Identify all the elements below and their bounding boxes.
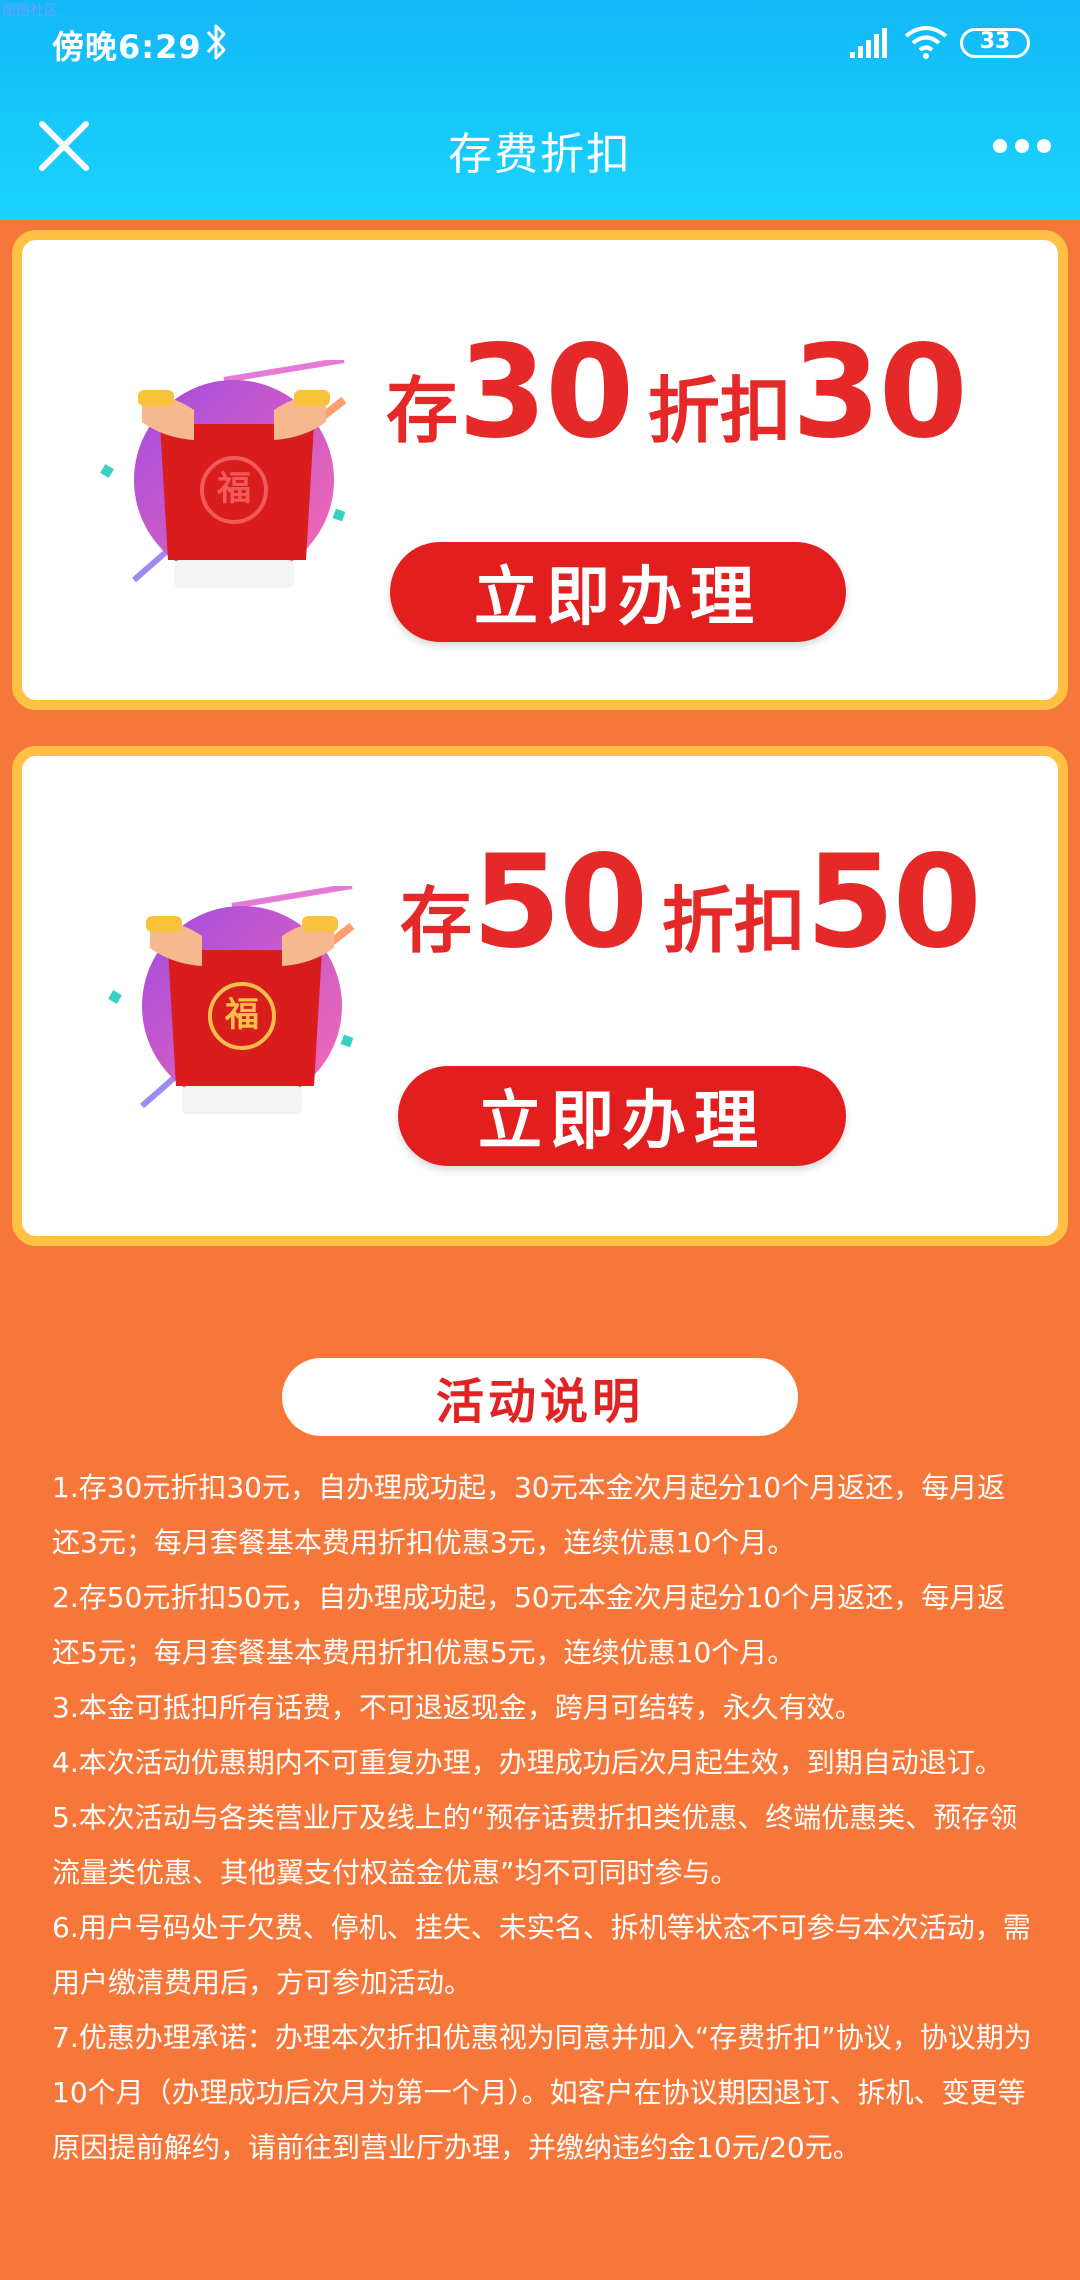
- offer-card-50: 福 存50 折扣50 立即办理: [12, 746, 1068, 1246]
- rule-item: 1.存30元折扣30元，自办理成功起，30元本金次月起分10个月返还，每月返还3…: [52, 1471, 1006, 1559]
- save-amount: 30: [458, 318, 634, 467]
- svg-text:福: 福: [216, 469, 251, 509]
- activity-info-title: 活动说明: [282, 1358, 798, 1436]
- rule-item: 6.用户号码处于欠费、停机、挂失、未实名、拆机等状态不可参与本次活动，需用户缴清…: [52, 1911, 1031, 1999]
- battery-icon: 33: [960, 28, 1030, 58]
- bluetooth-icon: [206, 24, 226, 60]
- app-header: 图图社区 傍晚6:29 33 存费折扣: [0, 0, 1080, 220]
- battery-level: 33: [979, 29, 1011, 54]
- discount-label: 折扣: [661, 879, 806, 963]
- rule-item: 4.本次活动优惠期内不可重复办理，办理成功后次月起生效，到期自动退订。: [52, 1746, 1003, 1779]
- rule-item: 2.存50元折扣50元，自办理成功起，50元本金次月起分10个月返还，每月返还5…: [52, 1581, 1006, 1669]
- more-icon[interactable]: [992, 134, 1052, 158]
- apply-now-button[interactable]: 立即办理: [398, 1066, 846, 1166]
- offer-card-30: 福 存30 折扣30 立即办理: [12, 230, 1068, 710]
- apply-now-button[interactable]: 立即办理: [390, 542, 846, 642]
- rule-item: 3.本金可抵扣所有话费，不可退返现金，跨月可结转，永久有效。: [52, 1691, 863, 1724]
- discount-amount: 50: [805, 828, 982, 977]
- red-envelope-icon: 福: [100, 360, 347, 588]
- save-prefix: 存: [400, 879, 473, 963]
- status-time: 傍晚6:29: [52, 28, 202, 66]
- wifi-icon: [904, 26, 948, 59]
- activity-rules: 1.存30元折扣30元，自办理成功起，30元本金次月起分10个月返还，每月返还3…: [52, 1460, 1032, 2175]
- page-title: 存费折扣: [448, 129, 632, 180]
- offer-headline: 存30 折扣30: [386, 318, 968, 467]
- rule-item: 5.本次活动与各类营业厅及线上的“预存话费折扣类优惠、终端优惠类、预存领流量类优…: [52, 1801, 1018, 1889]
- watermark: 图图社区: [2, 3, 58, 19]
- red-envelope-icon: 福: [108, 886, 355, 1114]
- save-amount: 50: [472, 828, 648, 977]
- discount-amount: 30: [791, 318, 968, 467]
- signal-icon: [850, 28, 887, 58]
- rule-item: 7.优惠办理承诺：办理本次折扣优惠视为同意并加入“存费折扣”协议，协议期为10个…: [52, 2021, 1032, 2164]
- svg-text:福: 福: [224, 995, 259, 1035]
- offer-headline: 存50 折扣50: [400, 828, 982, 977]
- discount-label: 折扣: [647, 369, 792, 453]
- save-prefix: 存: [386, 369, 459, 453]
